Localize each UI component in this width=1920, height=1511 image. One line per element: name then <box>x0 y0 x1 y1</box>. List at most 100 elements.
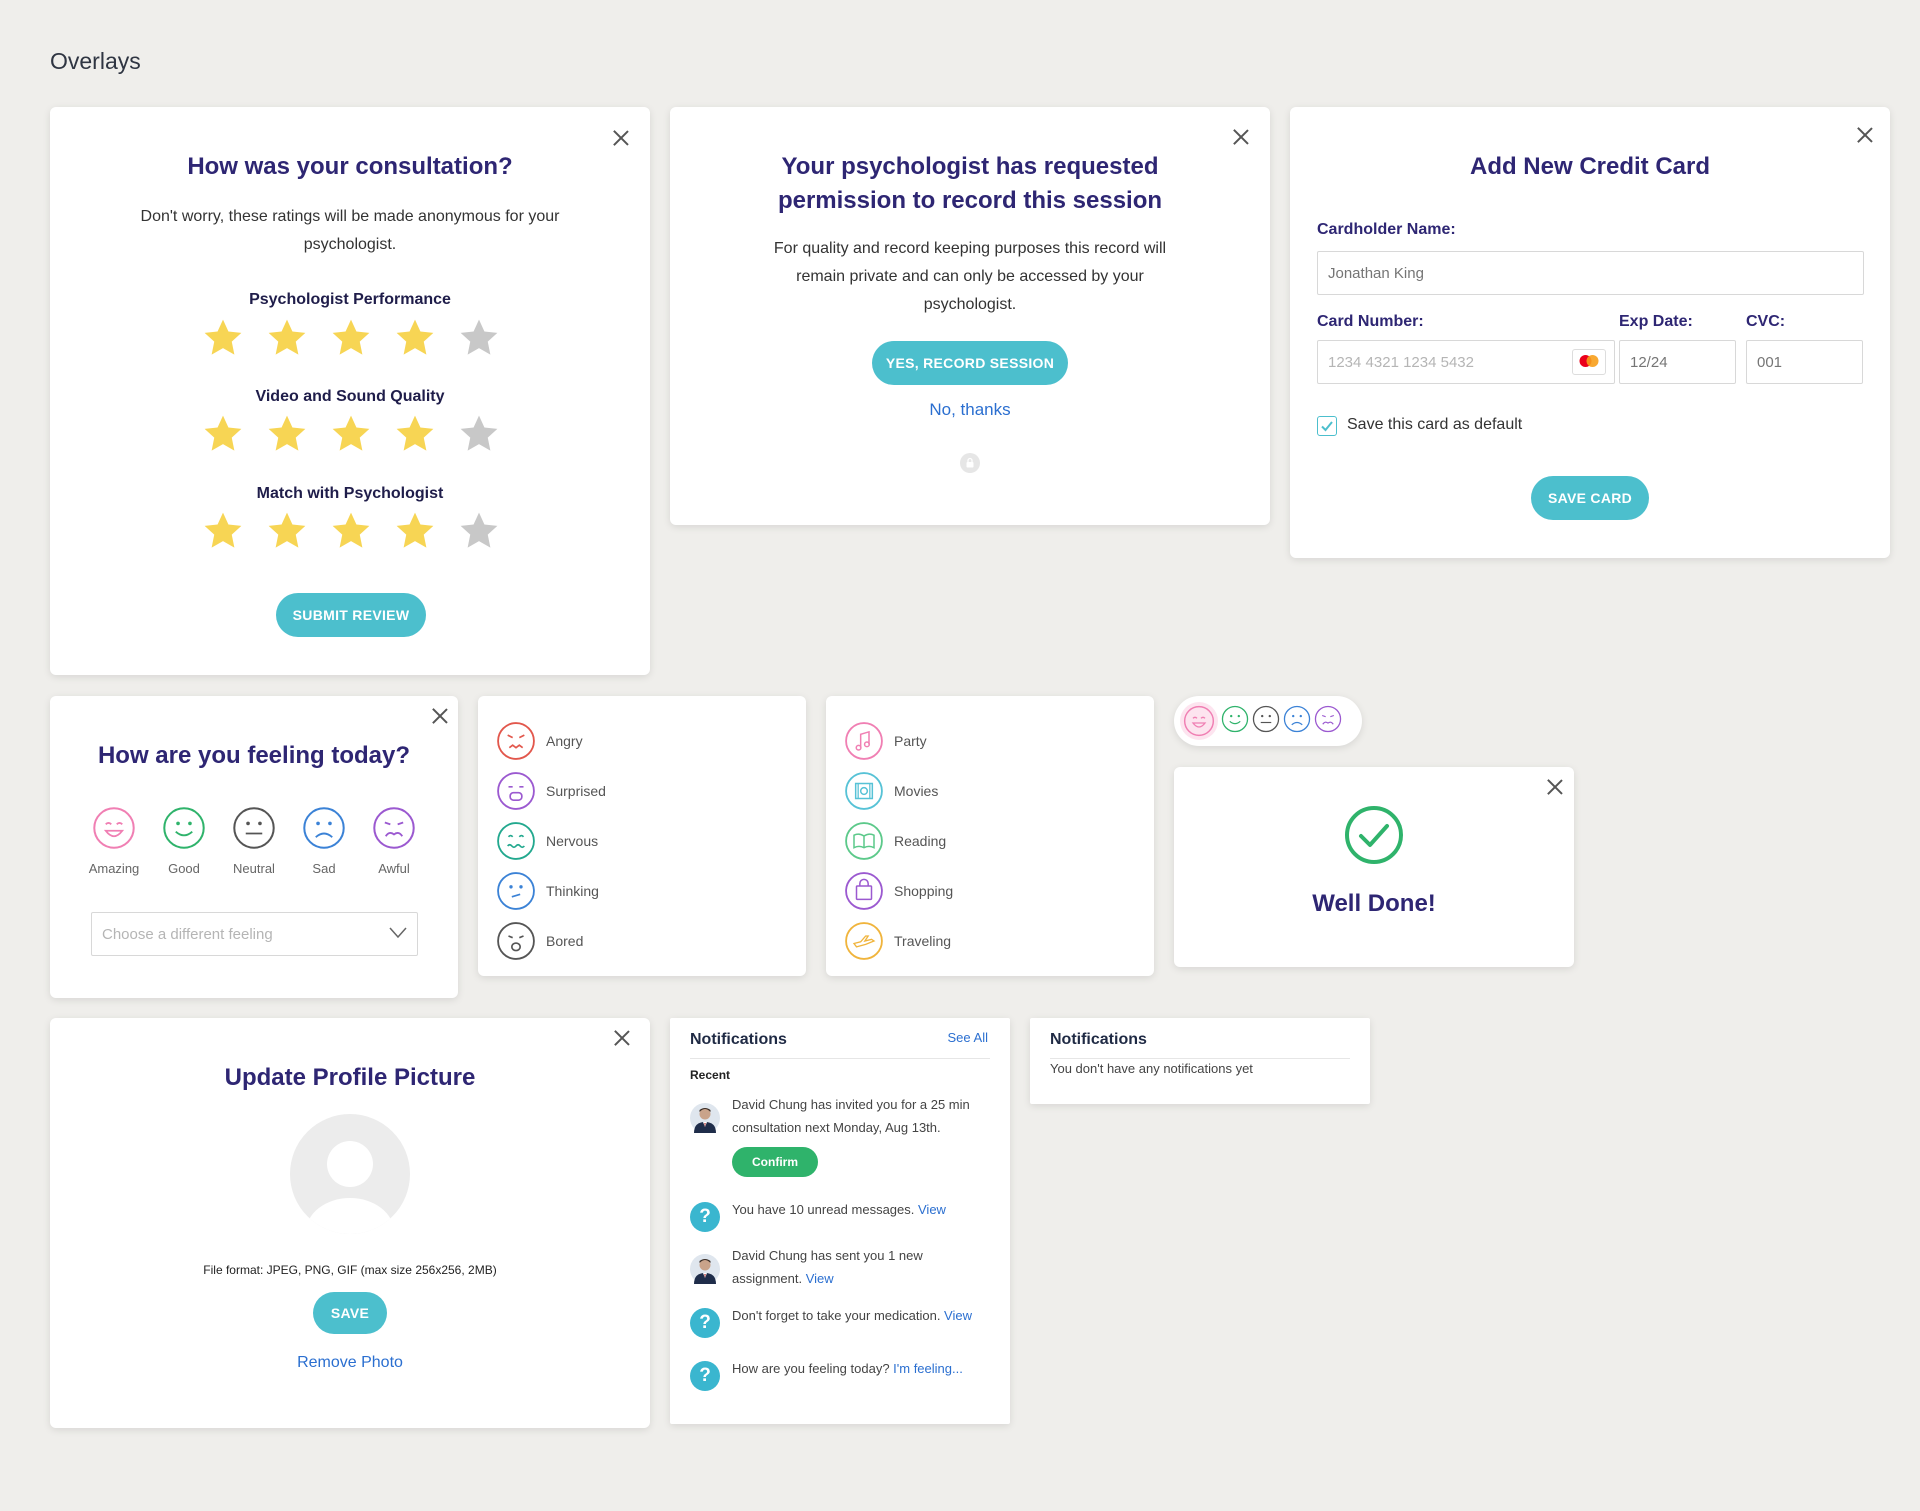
cardholder-input[interactable] <box>1317 251 1864 295</box>
star-filled-icon[interactable] <box>330 510 372 552</box>
profile-title: Update Profile Picture <box>224 1064 476 1091</box>
record-title-line1: Your psychologist has requested <box>781 153 1159 180</box>
question-icon: ? <box>690 1361 720 1391</box>
close-icon[interactable] <box>1232 128 1250 146</box>
feeling-option-amazing[interactable]: Amazing <box>89 806 139 876</box>
star-filled-icon[interactable] <box>330 317 372 359</box>
star-filled-icon[interactable] <box>394 413 436 455</box>
list-item-label: Shopping <box>894 883 954 899</box>
avatar-placeholder-icon <box>290 1114 410 1234</box>
star-empty-icon[interactable] <box>458 413 500 455</box>
list-item-label: Thinking <box>546 883 599 899</box>
card-number-field[interactable]: 1234 4321 1234 5432 <box>1317 340 1615 384</box>
avatar <box>690 1103 720 1133</box>
star-filled-icon[interactable] <box>266 413 308 455</box>
save-default-checkbox[interactable] <box>1317 416 1337 436</box>
rating-stars-performance[interactable] <box>202 317 500 359</box>
activitie-item-party[interactable]: Party <box>844 716 953 766</box>
star-filled-icon[interactable] <box>330 413 372 455</box>
activitie-item-reading[interactable]: Reading <box>844 816 953 866</box>
feeling-option-good[interactable]: Good <box>160 806 208 876</box>
question-icon: ? <box>690 1308 720 1338</box>
emotions-list: Angry Surprised Nervous Thinking Bored <box>478 696 806 976</box>
awful-face-icon <box>373 807 415 849</box>
notifications-section-label: Recent <box>690 1068 731 1082</box>
no-thanks-link[interactable]: No, thanks <box>670 400 1270 420</box>
notification-content: How are you feeling today? I'm feeling..… <box>732 1357 963 1380</box>
yes-record-session-button[interactable]: YES, RECORD SESSION <box>872 341 1068 385</box>
file-format-text: File format: JPEG, PNG, GIF (max size 25… <box>203 1263 497 1277</box>
emoji-option-awful[interactable] <box>1314 705 1342 738</box>
submit-review-button[interactable]: SUBMIT REVIEW <box>276 593 426 637</box>
check-circle-icon <box>1345 806 1403 864</box>
notification-item: David Chung has sent you 1 new assignmen… <box>690 1244 990 1290</box>
mastercard-icon <box>1572 349 1606 375</box>
star-filled-icon[interactable] <box>202 317 244 359</box>
save-button[interactable]: SAVE <box>313 1292 387 1334</box>
record-title-line2: permission to record this session <box>777 187 1163 214</box>
star-filled-icon[interactable] <box>266 317 308 359</box>
star-empty-icon[interactable] <box>458 510 500 552</box>
activitie-item-shopping[interactable]: Shopping <box>844 866 953 916</box>
sad-face-icon <box>303 807 345 849</box>
feeling-option-sad[interactable]: Sad <box>300 806 348 876</box>
exp-date-input[interactable] <box>1619 340 1736 384</box>
see-all-link[interactable]: See All <box>948 1030 988 1045</box>
close-icon[interactable] <box>431 707 449 725</box>
notification-link[interactable]: View <box>806 1271 834 1286</box>
notification-link[interactable]: View <box>918 1202 946 1217</box>
notification-link[interactable]: I'm feeling... <box>893 1361 963 1376</box>
emoji-option-amazing[interactable] <box>1180 702 1218 740</box>
notifications-empty-message: You don't have any notifications yet <box>1050 1061 1253 1076</box>
activitie-item-movies[interactable]: Movies <box>844 766 953 816</box>
star-filled-icon[interactable] <box>394 510 436 552</box>
star-empty-icon[interactable] <box>458 317 500 359</box>
feeling-option-label: Good <box>168 861 200 876</box>
well-done-modal: Well Done! <box>1174 767 1574 967</box>
emotion-item-surprised[interactable]: Surprised <box>496 766 606 816</box>
close-icon[interactable] <box>1546 778 1564 796</box>
activitie-item-traveling[interactable]: Traveling <box>844 916 953 966</box>
cardholder-label: Cardholder Name: <box>1317 221 1456 238</box>
add-credit-card-modal: Add New Credit Card Cardholder Name: Car… <box>1290 107 1890 558</box>
emotion-item-nervous[interactable]: Nervous <box>496 816 606 866</box>
cvc-input[interactable] <box>1746 340 1863 384</box>
notification-content: Don't forget to take your medication. Vi… <box>732 1304 972 1327</box>
close-icon[interactable] <box>612 129 630 147</box>
emotions-items: Angry Surprised Nervous Thinking Bored <box>496 716 606 966</box>
emotion-item-angry[interactable]: Angry <box>496 716 606 766</box>
angry-icon <box>497 722 535 760</box>
star-filled-icon[interactable] <box>202 510 244 552</box>
star-filled-icon[interactable] <box>266 510 308 552</box>
emoji-option-neutral[interactable] <box>1252 705 1280 738</box>
feeling-option-label: Awful <box>378 861 410 876</box>
emotion-item-bored[interactable]: Bored <box>496 916 606 966</box>
feeling-option-awful[interactable]: Awful <box>370 806 418 876</box>
rating-stars-video[interactable] <box>202 413 500 455</box>
notification-message: How are you feeling today? <box>732 1361 894 1376</box>
confirm-button[interactable]: Confirm <box>732 1147 818 1177</box>
emoji-option-sad[interactable] <box>1283 705 1311 738</box>
notifications-empty-panel: Notifications You don't have any notific… <box>1030 1018 1370 1104</box>
rating-stars-match[interactable] <box>202 510 500 552</box>
star-filled-icon[interactable] <box>394 317 436 359</box>
emotion-item-thinking[interactable]: Thinking <box>496 866 606 916</box>
star-filled-icon[interactable] <box>202 413 244 455</box>
feeling-option-neutral[interactable]: Neutral <box>230 806 278 876</box>
notification-link[interactable]: View <box>944 1308 972 1323</box>
close-icon[interactable] <box>613 1029 631 1047</box>
feeling-select[interactable]: Choose a different feeling <box>91 912 418 956</box>
record-permission-modal: Your psychologist has requested permissi… <box>670 107 1270 525</box>
grin-face-icon <box>93 807 135 849</box>
notifications-empty-title: Notifications <box>1050 1031 1147 1048</box>
well-done-title: Well Done! <box>1312 890 1436 917</box>
notification-text: Don't forget to take your medication. Vi… <box>732 1304 972 1327</box>
remove-photo-link[interactable]: Remove Photo <box>50 1354 650 1372</box>
rating-label-video: Video and Sound Quality <box>255 388 445 405</box>
traveling-icon <box>845 922 883 960</box>
emoji-option-good[interactable] <box>1221 705 1249 738</box>
close-icon[interactable] <box>1856 126 1874 144</box>
notification-message: Don't forget to take your medication. <box>732 1308 945 1323</box>
party-icon <box>845 722 883 760</box>
save-card-button[interactable]: SAVE CARD <box>1531 476 1649 520</box>
